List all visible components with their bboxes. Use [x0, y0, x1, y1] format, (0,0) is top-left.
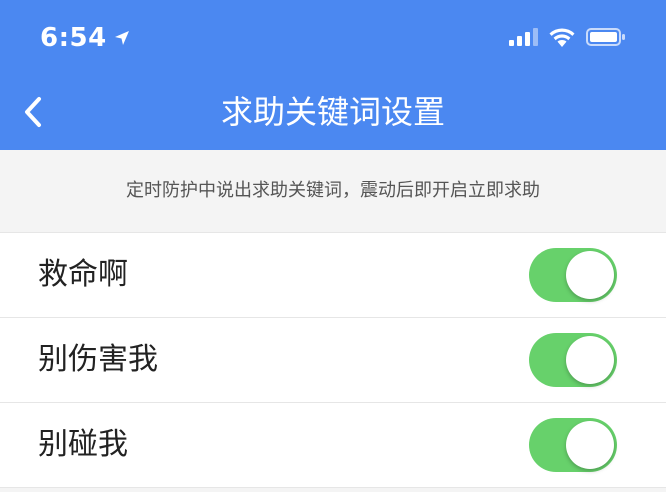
wifi-icon [549, 28, 575, 47]
location-arrow-icon [114, 31, 129, 45]
keyword-label: 别碰我 [38, 427, 128, 462]
keyword-row: 别伤害我 [0, 318, 666, 403]
toggle-knob [566, 251, 614, 299]
time-text: 6:54 [40, 23, 107, 53]
status-bar-time: 6:54 [40, 22, 131, 54]
keyword-row: 救命啊 [0, 233, 666, 318]
hint-text: 定时防护中说出求助关键词，震动后即开启立即求助 [0, 150, 666, 233]
keyword-row: 别碰我 [0, 403, 666, 488]
keyword-label: 救命啊 [38, 257, 128, 292]
keyword-toggle[interactable] [529, 248, 617, 302]
battery-icon [586, 28, 625, 46]
keyword-label: 别伤害我 [38, 342, 158, 377]
app-header: 6:54 求助关键词设置 [0, 0, 666, 150]
keyword-toggle[interactable] [529, 418, 617, 472]
toggle-knob [566, 336, 614, 384]
page-title: 求助关键词设置 [220, 93, 445, 131]
keyword-list: 救命啊 别伤害我 别碰我 [0, 233, 666, 488]
keyword-toggle[interactable] [529, 333, 617, 387]
cellular-signal-icon [509, 28, 538, 46]
toggle-knob [566, 421, 614, 469]
status-bar-icons [508, 26, 626, 48]
